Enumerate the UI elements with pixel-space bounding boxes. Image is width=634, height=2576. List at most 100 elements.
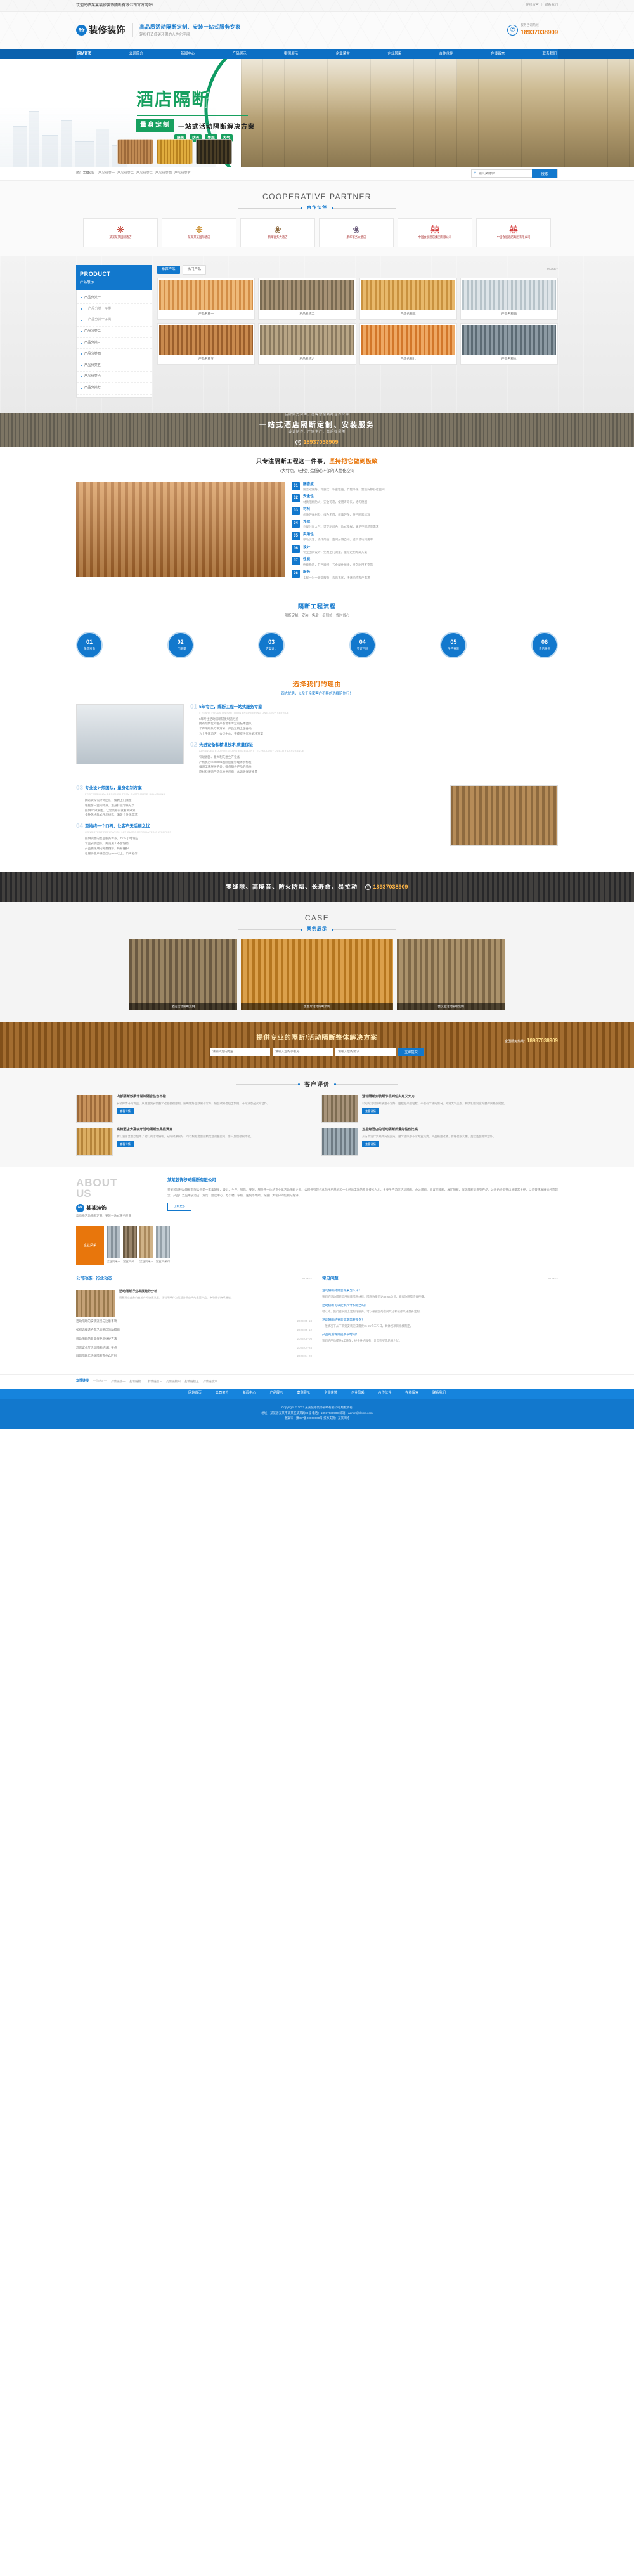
keyword-2[interactable]: 产品分类三 [136,171,153,175]
topbar-link-message[interactable]: 在线留言 [526,3,539,8]
product-card[interactable]: 产品名称八 [460,322,558,365]
inquiry-submit-button[interactable]: 立即提交 [398,1047,424,1056]
friend-link[interactable]: 友情链接二 [129,1380,144,1384]
inquiry-phone-input[interactable] [273,1047,333,1056]
process-step[interactable]: 02 上门测量 [167,631,194,658]
product-card[interactable]: 产品名称七 [359,322,457,365]
nav-item-products[interactable]: 产品展示 [231,51,248,56]
banner-thumb-3[interactable] [196,139,232,164]
nav-item-partners[interactable]: 合作伙伴 [438,51,455,56]
faq-item[interactable]: 活动隔断可以定制尺寸和颜色吗？ 可以的，我们提供完全定制化服务，可以根据您的空间… [322,1304,558,1314]
nav-item-message[interactable]: 在线留言 [489,51,506,56]
partner-card[interactable]: 囍 中国会展酒店集团有限公司 [476,218,551,247]
site-logo[interactable]: Mr 装修装饰 [76,23,126,37]
product-category-item[interactable]: 产品分类三 [77,338,152,350]
product-category-item[interactable]: 产品分类二 [77,327,152,338]
footer-nav-partners[interactable]: 合作伙伴 [378,1391,392,1396]
nav-item-cases[interactable]: 案例展示 [283,51,299,56]
footer-nav-home[interactable]: 网站首页 [188,1391,202,1396]
case-card[interactable]: 宴会厅活动隔断案例 [241,939,393,1010]
news-list-item[interactable]: 酒店宴会厅活动隔断的设计要点 2023-04-28 [76,1344,312,1353]
footer-nav-showcase[interactable]: 企业风采 [351,1391,365,1396]
tab-hot[interactable]: 热门产品 [182,265,207,275]
about-gallery-item[interactable]: 企业风采二 [122,1226,137,1265]
footer-nav-message[interactable]: 在线留言 [405,1391,418,1396]
process-step[interactable]: 01 免费咨询 [76,631,103,658]
faq-more-link[interactable]: MORE+ [548,1277,558,1281]
nav-item-contact[interactable]: 联系我们 [541,51,558,56]
product-card[interactable]: 产品名称四 [460,277,558,320]
banner-thumb-2[interactable] [157,139,193,164]
review-more-button[interactable]: 查看详情 [362,1141,379,1147]
product-card[interactable]: 产品名称五 [157,322,256,365]
process-step[interactable]: 06 售后服务 [531,631,558,658]
footer-nav-news[interactable]: 新闻中心 [243,1391,256,1396]
product-category-item[interactable]: 产品分类一子类 [77,315,152,327]
product-more-link[interactable]: MORE+ [547,267,558,271]
case-card[interactable]: 会议室活动隔断案例 [397,939,505,1010]
about-gallery-item[interactable]: 企业风采一 [107,1226,120,1265]
process-step[interactable]: 03 方案设计 [258,631,285,658]
hero-banner[interactable]: 酒店隔断 量身定制 一站式活动隔断解决方案 隔热 防火 美观 大气 [0,59,634,167]
product-card[interactable]: 产品名称一 [157,277,256,320]
product-category-item[interactable]: 产品分类四 [77,349,152,361]
tab-recommended[interactable]: 推荐产品 [157,265,180,274]
partner-card[interactable]: ❀ 鹏华富务大酒店 [319,218,394,247]
keyword-1[interactable]: 产品分类二 [117,171,134,175]
friend-link[interactable]: 友情链接一 [111,1380,126,1384]
about-gallery-item[interactable]: 企业风采三 [139,1226,153,1265]
footer-nav-honors[interactable]: 企业荣誉 [324,1391,337,1396]
friend-link[interactable]: 友情链接五 [184,1380,199,1384]
search-input[interactable] [479,171,532,176]
keyword-3[interactable]: 产品分类四 [155,171,172,175]
partner-card[interactable]: ❀ 鹏华富务大酒店 [240,218,315,247]
inquiry-form[interactable]: 立即提交 [76,1047,558,1056]
topbar-link-contact[interactable]: 联系我们 [545,3,558,8]
search-box[interactable]: ⌕ 搜索 [471,169,558,178]
review-more-button[interactable]: 查看详情 [362,1108,379,1115]
partner-card[interactable]: ❋ 某某某某国际酒店 [83,218,158,247]
nav-item-honors[interactable]: 企业荣誉 [335,51,351,56]
product-card[interactable]: 产品名称二 [258,277,356,320]
review-more-button[interactable]: 查看详情 [117,1108,134,1115]
product-card[interactable]: 产品名称三 [359,277,457,320]
keyword-0[interactable]: 产品分类一 [98,171,115,175]
product-category-list[interactable]: 产品分类一 产品分类一子类 产品分类一子类 产品分类二 产品分类三 产品分类四 … [76,290,152,398]
footer-navigation[interactable]: 网站首页 公司简介 新闻中心 产品展示 案例展示 企业荣誉 企业风采 合作伙伴 … [0,1388,634,1399]
case-card[interactable]: 酒店活动隔断案例 [129,939,237,1010]
news-featured[interactable]: 活动隔断行业发展趋势分析 随着酒店业和商业地产的快速发展，活动隔断作为灵活分隔空… [76,1289,312,1317]
main-navigation[interactable]: 网站首页 公司简介 新闻中心 产品展示 案例展示 企业荣誉 企业风采 合作伙伴 … [0,49,634,59]
about-more-button[interactable]: 了解更多 [167,1203,192,1212]
footer-nav-products[interactable]: 产品展示 [269,1391,283,1396]
faq-item[interactable]: 活动隔断的安装周期需要多久？ 一般情况下从下单到安装完成需要15-25个工作日，… [322,1318,558,1329]
process-step[interactable]: 05 生产安装 [440,631,467,658]
friend-link[interactable]: 友情链接六 [203,1380,217,1384]
faq-item[interactable]: 产品的质保期是多长时间？ 我们的产品提供3年质保，终身维护服务，让您购买无后顾之… [322,1333,558,1344]
footer-nav-about[interactable]: 公司简介 [216,1391,229,1396]
product-category-item[interactable]: 产品分类一子类 [77,304,152,315]
about-gallery-label[interactable]: 企业风采 [76,1226,104,1266]
banner-thumb-1[interactable] [117,139,153,164]
news-more-link[interactable]: MORE+ [302,1277,312,1281]
nav-item-news[interactable]: 新闻中心 [179,51,196,56]
nav-item-showcase[interactable]: 企业风采 [386,51,403,56]
keyword-4[interactable]: 产品分类五 [174,171,191,175]
inquiry-demand-input[interactable] [335,1047,396,1056]
product-category-item[interactable]: 产品分类一 [77,292,152,304]
about-gallery-item[interactable]: 企业风采四 [155,1226,170,1265]
news-list-item[interactable]: 活动隔断的安装流程与注意事项 2023-05-18 [76,1317,312,1326]
friend-link[interactable]: 友情链接三 [148,1380,162,1384]
product-category-item[interactable]: 产品分类六 [77,372,152,383]
partner-card[interactable]: 囍 中国会展酒店集团有限公司 [398,218,472,247]
faq-item[interactable]: 活动隔断的隔音效果怎么样？ 我们的活动隔断采用优质隔音材料，隔音效果可达40-5… [322,1289,558,1300]
inquiry-name-input[interactable] [210,1047,271,1056]
search-button[interactable]: 搜索 [532,169,557,178]
news-list-item[interactable]: 移动隔断的日常保养与维护方法 2023-05-06 [76,1335,312,1344]
news-list-item[interactable]: 如何选择适合自己的酒店活动隔断 2023-05-12 [76,1326,312,1335]
nav-item-home[interactable]: 网站首页 [76,51,93,56]
banner-thumbnails[interactable] [117,139,232,164]
partner-card[interactable]: ❋ 某某某某国际酒店 [162,218,236,247]
product-category-item[interactable]: 产品分类七 [77,383,152,395]
product-tabs[interactable]: 推荐产品 热门产品 MORE+ [157,265,558,275]
product-card[interactable]: 产品名称六 [258,322,356,365]
